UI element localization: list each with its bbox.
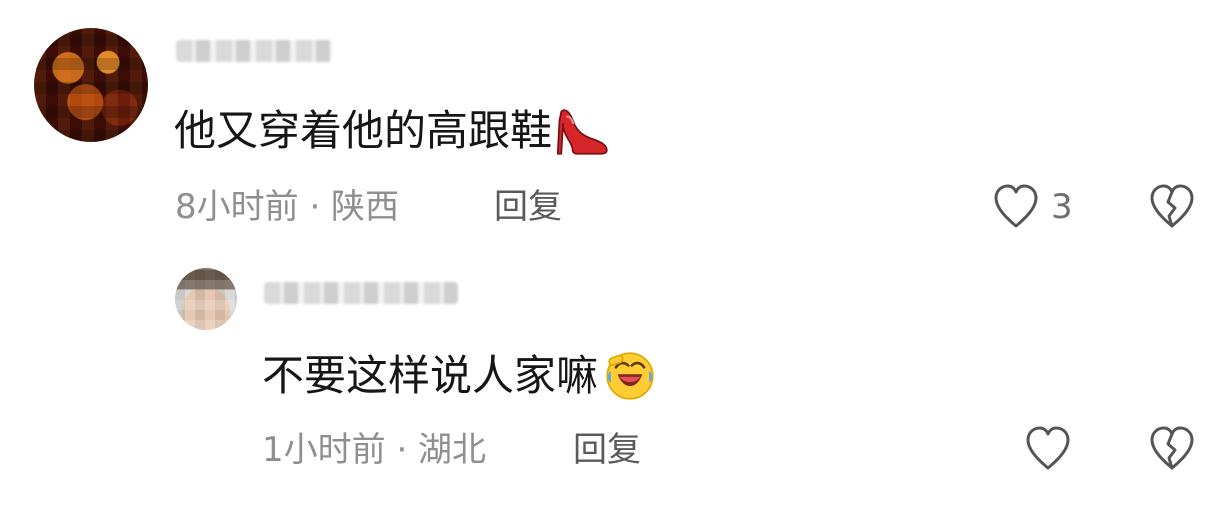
- comment-meta: 8小时前 · 陕西: [175, 187, 400, 227]
- dislike-heart-icon[interactable]: [1145, 180, 1199, 232]
- reply-username-blurred[interactable]: [264, 282, 458, 304]
- comment-body: 他又穿着他的高跟鞋: [174, 106, 553, 155]
- like-count: 3: [1051, 187, 1073, 227]
- dislike-heart-icon[interactable]: [1145, 422, 1199, 474]
- avatar[interactable]: [34, 28, 148, 142]
- reply-meta: 1小时前 · 湖北: [262, 430, 487, 470]
- laughing-face-icon: [606, 352, 654, 400]
- comment-text: 他又穿着他的高跟鞋: [174, 103, 612, 159]
- reply-button[interactable]: 回复: [494, 187, 562, 227]
- reply-text: 不要这样说人家嘛: [262, 348, 658, 404]
- reply-avatar[interactable]: [175, 268, 237, 330]
- high-heel-icon: [556, 109, 608, 155]
- reply-button-2[interactable]: 回复: [573, 430, 641, 470]
- heart-icon[interactable]: [990, 180, 1042, 232]
- username-blurred[interactable]: [176, 40, 332, 62]
- heart-icon[interactable]: [1022, 422, 1074, 474]
- reply-body: 不要这样说人家嘛: [262, 351, 599, 400]
